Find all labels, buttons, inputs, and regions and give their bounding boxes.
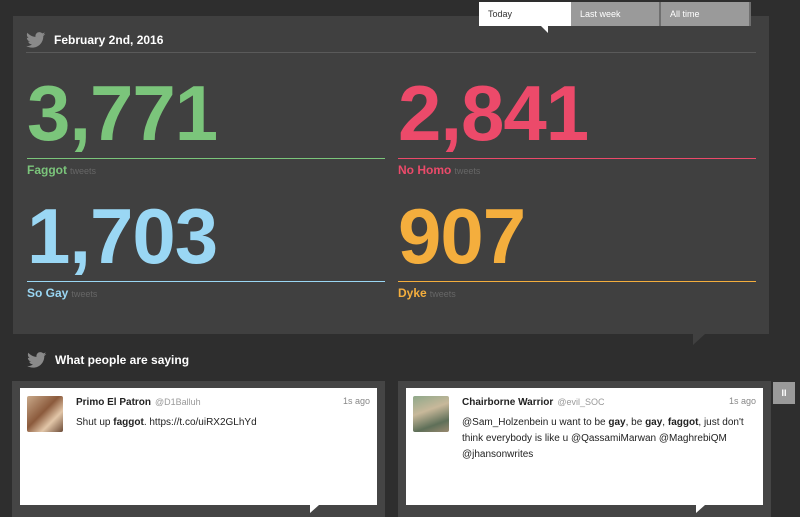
tweet-card[interactable]: Primo El Patron @D1Balluh 1s ago Shut up … [20, 388, 377, 513]
avatar[interactable] [413, 396, 449, 432]
stat-sub: tweets [71, 289, 98, 299]
author-name[interactable]: Chairborne Warrior [462, 397, 553, 408]
text-highlight: gay [645, 417, 663, 428]
tab-all-time[interactable]: All time [661, 2, 751, 26]
tweet-text: Shut up faggot. https://t.co/uiRX2GLhYd [76, 415, 370, 431]
stat-label-row: Dyke tweets [398, 286, 756, 300]
panel-header: February 2nd, 2016 [26, 27, 756, 53]
section-header: What people are saying [27, 352, 189, 368]
text-part: @Sam_Holzenbein u want to be [462, 417, 609, 428]
author-name[interactable]: Primo El Patron [76, 397, 151, 408]
text-part: , be [625, 417, 646, 428]
stat-dyke: 907 Dyke tweets [398, 197, 756, 300]
twitter-bird-icon [27, 352, 47, 368]
tweet-card[interactable]: Chairborne Warrior @evil_SOC 1s ago @Sam_… [406, 388, 763, 513]
text-part: . https://t.co/uiRX2GLhYd [143, 417, 257, 428]
tweet-text: @Sam_Holzenbein u want to be gay, be gay… [462, 415, 756, 463]
text-highlight: faggot [667, 417, 699, 428]
stat-divider [27, 158, 385, 159]
stat-so-gay: 1,703 So Gay tweets [27, 197, 385, 300]
tab-last-week[interactable]: Last week [571, 2, 661, 26]
stat-value: 1,703 [27, 192, 218, 280]
pause-button[interactable]: II [773, 382, 795, 404]
stat-sub: tweets [70, 166, 97, 176]
stat-label: Dyke [398, 286, 427, 300]
stat-divider [398, 158, 756, 159]
text-highlight: gay [608, 417, 626, 428]
stat-sub: tweets [429, 289, 456, 299]
text-highlight: faggot [113, 417, 144, 428]
tweet-author: Primo El Patron @D1Balluh [76, 397, 201, 408]
stat-value: 2,841 [398, 69, 589, 157]
section-title: What people are saying [55, 353, 190, 367]
stat-divider [27, 281, 385, 282]
stat-faggot: 3,771 Faggot tweets [27, 74, 385, 177]
stat-no-homo: 2,841 No Homo tweets [398, 74, 756, 177]
text-part: Shut up [76, 417, 114, 428]
avatar[interactable] [27, 396, 63, 432]
stat-divider [398, 281, 756, 282]
tweet-time[interactable]: 1s ago [729, 396, 756, 406]
stat-value: 907 [398, 192, 526, 280]
stat-label: No Homo [398, 163, 452, 177]
tab-today[interactable]: Today [479, 2, 571, 33]
stat-label-row: Faggot tweets [27, 163, 385, 177]
stat-label: Faggot [27, 163, 67, 177]
author-handle[interactable]: @D1Balluh [155, 397, 201, 407]
stat-label: So Gay [27, 286, 69, 300]
stat-label-row: No Homo tweets [398, 163, 756, 177]
author-handle[interactable]: @evil_SOC [557, 397, 604, 407]
stats-panel: February 2nd, 2016 3,771 Faggot tweets 2,… [13, 16, 769, 345]
stat-sub: tweets [454, 166, 481, 176]
tweet-time[interactable]: 1s ago [343, 396, 370, 406]
tweet-author: Chairborne Warrior @evil_SOC [462, 397, 604, 408]
stat-value: 3,771 [27, 69, 218, 157]
time-range-tabs: Today Last week All time [479, 2, 751, 33]
page-title: February 2nd, 2016 [54, 32, 164, 47]
stat-label-row: So Gay tweets [27, 286, 385, 300]
twitter-bird-icon [26, 31, 46, 48]
